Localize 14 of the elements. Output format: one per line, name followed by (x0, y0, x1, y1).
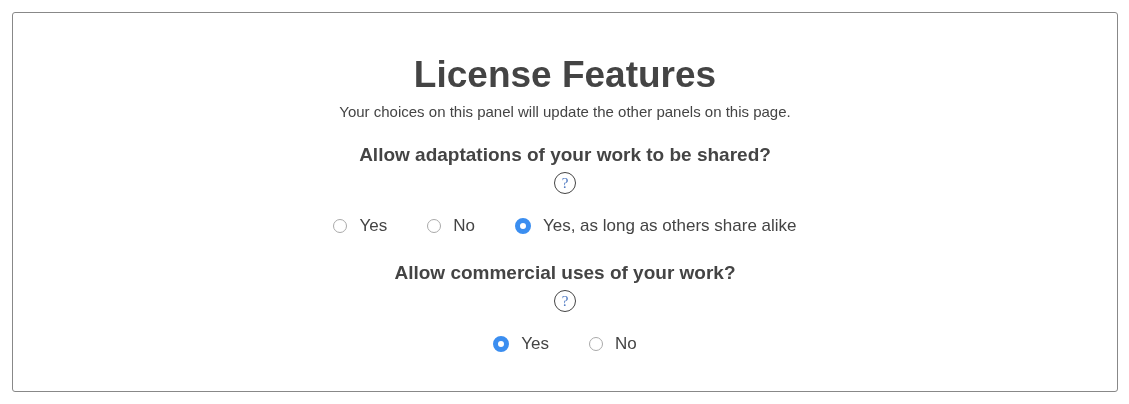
question-label: Allow adaptations of your work to be shared? (359, 144, 771, 166)
panel-title: License Features (413, 53, 717, 97)
option-label[interactable]: Yes (359, 216, 388, 236)
option-label[interactable]: Yes (521, 334, 549, 354)
radio-button[interactable] (333, 219, 348, 233)
option-label[interactable]: No (453, 216, 475, 236)
option-label[interactable]: No (615, 334, 637, 354)
panel-subtitle: Your choices on this panel will update the other panels on this page. (339, 103, 791, 120)
radio-button[interactable] (589, 337, 603, 351)
radio-button[interactable] (493, 336, 510, 352)
question-label: Allow commercial uses of your work? (394, 262, 736, 284)
option-label[interactable]: Yes, as long as others share alike (542, 216, 797, 236)
radio-button[interactable] (514, 218, 531, 234)
radio-button[interactable] (427, 219, 442, 233)
